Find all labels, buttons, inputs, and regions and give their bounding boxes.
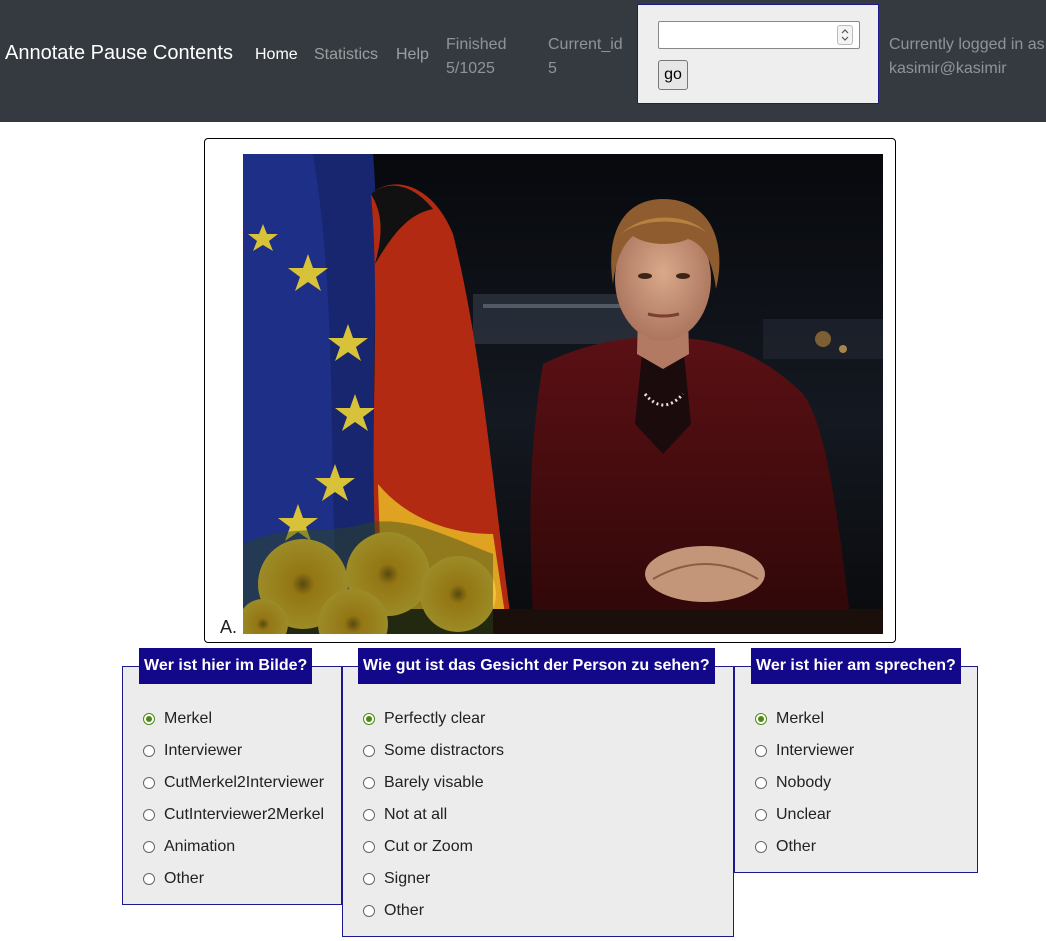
option-label: Other: [776, 838, 817, 855]
finished-counter: Finished 5/1025: [446, 33, 506, 81]
option-label: CutInterviewer2Merkel: [164, 806, 325, 823]
option-cut-or-zoom[interactable]: Cut or Zoom: [363, 831, 504, 863]
option-label: Unclear: [776, 806, 832, 823]
panel-title: Wer ist hier im Bilde?: [139, 648, 313, 684]
option-cut-interviewer-to-merkel[interactable]: CutInterviewer2Merkel: [143, 799, 324, 831]
option-some-distractors[interactable]: Some distractors: [363, 735, 504, 767]
radio-button-icon[interactable]: [363, 905, 375, 917]
option-label: Interviewer: [776, 742, 855, 759]
option-label: Not at all: [384, 806, 448, 823]
option-unclear[interactable]: Unclear: [755, 799, 854, 831]
nav-link-help[interactable]: Help: [396, 46, 429, 64]
login-line-1: Currently logged in as: [889, 36, 1045, 53]
option-label: Merkel: [776, 710, 825, 727]
option-label: Perfectly clear: [384, 710, 486, 727]
radio-button-icon[interactable]: [755, 777, 767, 789]
option-animation[interactable]: Animation: [143, 831, 324, 863]
option-other[interactable]: Other: [143, 863, 324, 895]
question-panel-who-in-picture: Wer ist hier im Bilde? Merkel Interviewe…: [122, 648, 342, 905]
radio-button-icon[interactable]: [363, 745, 375, 757]
question-panel-who-speaking: Wer ist hier am sprechen? Merkel Intervi…: [734, 648, 978, 873]
video-frame-image[interactable]: [243, 154, 883, 634]
radio-button-icon[interactable]: [363, 841, 375, 853]
nav-link-statistics[interactable]: Statistics: [314, 46, 378, 64]
login-status: Currently logged in as kasimir@kasimir: [889, 33, 1045, 81]
panel-title: Wer ist hier am sprechen?: [751, 648, 961, 684]
navbar: Annotate Pause Contents Home Statistics …: [0, 0, 1046, 122]
current-id-value: 5: [548, 60, 557, 77]
option-not-at-all[interactable]: Not at all: [363, 799, 504, 831]
option-perfectly-clear[interactable]: Perfectly clear: [363, 703, 504, 735]
options-list: Perfectly clear Some distractors Barely …: [363, 703, 504, 927]
radio-button-icon[interactable]: [755, 745, 767, 757]
option-merkel[interactable]: Merkel: [755, 703, 854, 735]
radio-button-icon[interactable]: [143, 745, 155, 757]
option-label: Barely visable: [384, 774, 484, 791]
option-interviewer[interactable]: Interviewer: [755, 735, 854, 767]
option-label: Interviewer: [164, 742, 243, 759]
video-label: A.: [220, 617, 238, 637]
video-container: A.: [204, 138, 896, 643]
option-other[interactable]: Other: [363, 895, 504, 927]
number-spinner-icon[interactable]: [837, 25, 853, 45]
option-label: Signer: [384, 870, 431, 887]
radio-button-icon[interactable]: [363, 713, 375, 725]
option-label: CutMerkel2Interviewer: [164, 774, 325, 791]
radio-button-icon[interactable]: [363, 873, 375, 885]
nav-link-home[interactable]: Home: [255, 46, 298, 64]
go-button[interactable]: go: [658, 60, 688, 90]
option-label: Cut or Zoom: [384, 838, 473, 855]
radio-button-icon[interactable]: [755, 809, 767, 821]
brand-title[interactable]: Annotate Pause Contents: [5, 42, 233, 65]
option-label: Nobody: [776, 774, 832, 791]
radio-button-icon[interactable]: [755, 713, 767, 725]
options-list: Merkel Interviewer CutMerkel2Interviewer…: [143, 703, 324, 895]
current-id-label: Current_id: [548, 36, 623, 53]
question-panel-face-visibility: Wie gut ist das Gesicht der Person zu se…: [342, 648, 734, 937]
option-other[interactable]: Other: [755, 831, 854, 863]
option-merkel[interactable]: Merkel: [143, 703, 324, 735]
goto-form: go: [637, 4, 879, 104]
option-barely-visable[interactable]: Barely visable: [363, 767, 504, 799]
option-nobody[interactable]: Nobody: [755, 767, 854, 799]
radio-button-icon[interactable]: [755, 841, 767, 853]
radio-button-icon[interactable]: [143, 713, 155, 725]
panel-title: Wie gut ist das Gesicht der Person zu se…: [358, 648, 715, 684]
option-label: Some distractors: [384, 742, 505, 759]
radio-button-icon[interactable]: [363, 809, 375, 821]
finished-value: 5/1025: [446, 60, 495, 77]
radio-button-icon[interactable]: [363, 777, 375, 789]
option-signer[interactable]: Signer: [363, 863, 504, 895]
options-list: Merkel Interviewer Nobody Unclear Other: [755, 703, 854, 863]
radio-button-icon[interactable]: [143, 841, 155, 853]
option-label: Merkel: [164, 710, 213, 727]
radio-button-icon[interactable]: [143, 809, 155, 821]
option-label: Animation: [164, 838, 236, 855]
option-cut-merkel-to-interviewer[interactable]: CutMerkel2Interviewer: [143, 767, 324, 799]
goto-id-input[interactable]: [658, 21, 860, 49]
current-id-display: Current_id 5: [548, 33, 623, 81]
option-label: Other: [164, 870, 205, 887]
radio-button-icon[interactable]: [143, 873, 155, 885]
login-user: kasimir@kasimir: [889, 60, 1007, 77]
finished-label: Finished: [446, 36, 507, 53]
option-label: Other: [384, 902, 425, 919]
option-interviewer[interactable]: Interviewer: [143, 735, 324, 767]
radio-button-icon[interactable]: [143, 777, 155, 789]
